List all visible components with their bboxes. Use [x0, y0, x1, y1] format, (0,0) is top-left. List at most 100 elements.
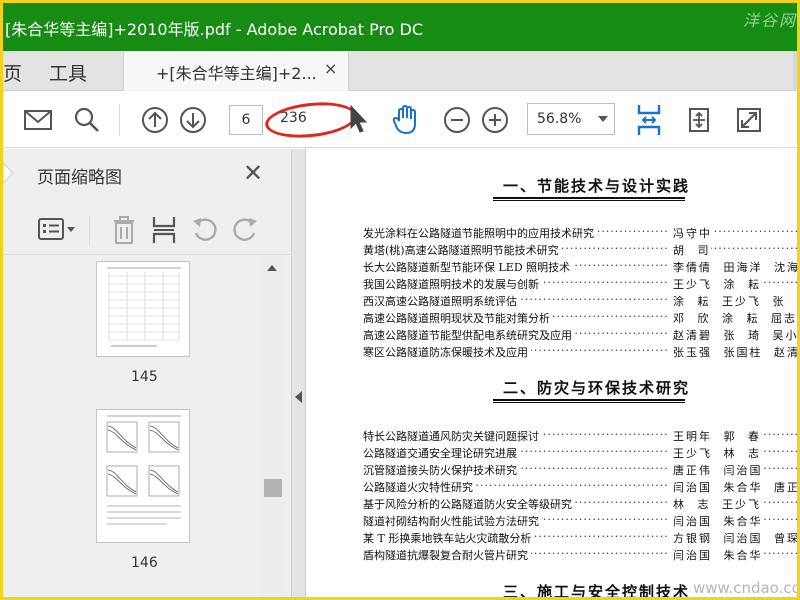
toc-entry[interactable]: ········································…: [363, 428, 797, 444]
toolbar-separator: [119, 104, 120, 136]
toc-entry[interactable]: ········································…: [363, 530, 797, 546]
toc-entry[interactable]: ········································…: [363, 496, 797, 512]
mail-icon[interactable]: [23, 108, 53, 132]
close-panel-button[interactable]: ✕: [243, 159, 263, 187]
watermark-logo: 洋谷网: [743, 11, 798, 30]
acrobat-window: [朱合华等主编]+2010年版.pdf - Adobe Acrobat Pro …: [0, 0, 800, 600]
toc-entry-authors: 邓 欣 涂 耘 屈志豪: [669, 310, 797, 326]
collapse-panel-icon[interactable]: [295, 391, 302, 403]
document-tab-label: +[朱合华等主编]+2...: [156, 64, 317, 83]
toc-entry[interactable]: ········································…: [363, 259, 797, 275]
page-thumbnails-panel: 页面缩略图 ✕ 145 146: [3, 149, 292, 597]
zoom-select[interactable]: 56.8%: [527, 103, 615, 135]
toc-entry[interactable]: ········································…: [363, 344, 797, 360]
toc-entry[interactable]: ········································…: [363, 513, 797, 529]
section-rule: [493, 402, 685, 403]
toc-entry[interactable]: ········································…: [363, 479, 797, 495]
toc-entry[interactable]: ········································…: [363, 242, 797, 258]
toc-entry-title: 盾构隧道抗爆裂复合耐火管片研究: [363, 547, 531, 563]
thumbnail-list: 145 146: [3, 257, 284, 597]
highlight-oval: [263, 98, 359, 142]
toc-entry-authors: 闫治国 朱合华 唐正伟: [669, 479, 797, 495]
toc-entry-authors: 闫治国 朱合华: [669, 547, 763, 563]
toc-entry[interactable]: ········································…: [363, 293, 797, 309]
scrollbar-thumb[interactable]: [264, 479, 282, 497]
window-title: [朱合华等主编]+2010年版.pdf - Adobe Acrobat Pro …: [5, 20, 424, 39]
section-title: 二、防灾与环保技术研究: [503, 379, 691, 397]
tab-bar-edge: [793, 51, 797, 91]
next-page-icon[interactable]: [179, 106, 207, 134]
page-thumbnail[interactable]: [96, 409, 190, 543]
page-thumbnail[interactable]: [96, 261, 190, 357]
toc-entry-authors: 唐正伟 闫治国: [669, 462, 763, 478]
page-number-input[interactable]: 6: [229, 105, 263, 135]
zoom-out-icon[interactable]: [443, 106, 471, 134]
toolbar: 6 236 56.8%: [3, 92, 797, 148]
toc-entry[interactable]: ········································…: [363, 445, 797, 461]
fullscreen-icon[interactable]: [735, 105, 763, 135]
toc-entry-authors: 李倩倩 田海洋 沈海平: [669, 259, 797, 275]
toc-entry-authors: 闫治国 朱合华: [669, 513, 763, 529]
rotate-left-icon[interactable]: [191, 215, 219, 243]
thumbnail-charts-preview: [106, 415, 181, 525]
thumbnail-label: 146: [131, 555, 158, 571]
toc-entry-title: 我国公路隧道照明技术的发展与创新: [363, 276, 542, 292]
toc-entry-authors: 胡 司: [669, 242, 711, 258]
site-watermark: www.cndao.com: [693, 579, 797, 597]
toc-entry-title: 长大公路隧道新型节能环保 LED 照明技术: [363, 259, 574, 275]
toc-entry-title: 公路隧道交通安全理论研究进展: [363, 445, 520, 461]
section-rule: [493, 200, 685, 201]
options-menu-icon[interactable]: [37, 217, 77, 241]
toc-entry[interactable]: ········································…: [363, 462, 797, 478]
insert-page-icon[interactable]: [151, 215, 177, 245]
tab-bar: 页 工具 +[朱合华等主编]+2... ×: [3, 51, 797, 91]
toc-entry-authors: 涂 耘 王少飞 张 琦 等: [669, 293, 797, 309]
hand-icon[interactable]: [391, 104, 421, 136]
toc-entry-title: 基于风险分析的公路隧道防火安全等级研究: [363, 496, 575, 512]
toc-entry[interactable]: ········································…: [363, 310, 797, 326]
toc-entry-title: 高速公路隧道节能型供配电系统研究及应用: [363, 327, 575, 343]
toc-entry-authors: 冯守中: [669, 225, 712, 241]
prev-page-icon[interactable]: [141, 106, 169, 134]
toc-entry-title: 某 T 形换乘地铁车站火灾疏散分析: [363, 530, 535, 546]
cursor-icon[interactable]: [347, 104, 369, 134]
scroll-mode-icon[interactable]: [685, 105, 713, 135]
toc-entry[interactable]: ········································…: [363, 225, 797, 241]
document-view: 一、节能技术与设计实践 ····························…: [307, 149, 797, 597]
fit-page-icon[interactable]: [635, 103, 663, 137]
toc-entry-title: 寒区公路隧道防冻保暖技术及应用: [363, 344, 531, 360]
toc-entry-title: 沉管隧道接头防火保护技术研究: [363, 462, 520, 478]
toc-entry-authors: 林 志 王少飞: [669, 496, 761, 512]
toc-entry[interactable]: ········································…: [363, 276, 797, 292]
close-tab-button[interactable]: ×: [324, 59, 337, 78]
section-title: 一、节能技术与设计实践: [503, 177, 691, 195]
thumbnail-table-preview: [107, 267, 181, 347]
panel-title: 页面缩略图: [37, 168, 122, 188]
panel-splitter[interactable]: [292, 149, 306, 597]
tab-home[interactable]: 页: [3, 59, 22, 86]
thumbnail-label: 145: [131, 369, 158, 385]
zoom-in-icon[interactable]: [481, 106, 509, 134]
section-rule: [493, 399, 685, 401]
trash-icon[interactable]: [111, 215, 137, 245]
chevron-down-icon: [598, 116, 608, 122]
zoom-value: 56.8%: [537, 111, 582, 127]
toc-entry-title: 隧道衬砌结构耐火性能试验方法研究: [363, 513, 542, 529]
tab-document[interactable]: +[朱合华等主编]+2... ×: [123, 51, 349, 91]
toc-entry-title: 公路隧道火灾特性研究: [363, 479, 476, 495]
toc-entry-authors: 王少飞 涂 耘: [669, 276, 761, 292]
toc-entry[interactable]: ········································…: [363, 327, 797, 343]
toc-entry-authors: 赵清碧 张 琦 吴小丽: [669, 327, 797, 343]
panel-notch: [3, 163, 13, 183]
section-rule: [493, 197, 685, 199]
rotate-right-icon[interactable]: [231, 215, 259, 243]
scroll-up-arrow[interactable]: [267, 265, 277, 271]
toc-entry-authors: 方银钢 闫治国 曾琛超: [669, 530, 797, 546]
panel-toolbar: [3, 205, 292, 255]
toc-entry[interactable]: ········································…: [363, 547, 797, 563]
panel-toolbar-separator: [89, 215, 90, 245]
search-icon[interactable]: [73, 106, 101, 134]
tab-tools[interactable]: 工具: [49, 59, 87, 86]
thumbnail-scrollbar[interactable]: [262, 257, 284, 597]
toc-entry-title: 高速公路隧道照明现状及节能对策分析: [363, 310, 553, 326]
